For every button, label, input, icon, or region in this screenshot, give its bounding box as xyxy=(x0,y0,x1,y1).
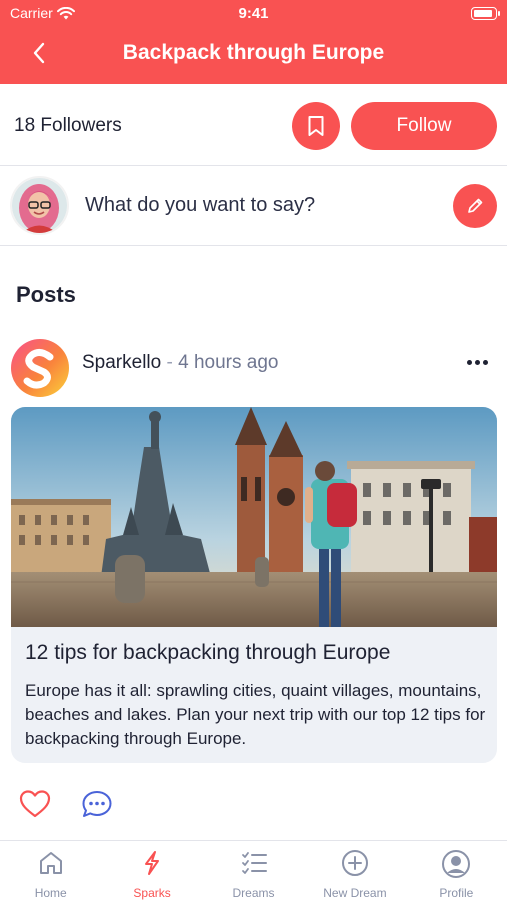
tab-profile-label: Profile xyxy=(439,886,474,900)
tab-new-dream-label: New Dream xyxy=(323,886,387,900)
person-circle-icon xyxy=(442,850,471,878)
post-image xyxy=(11,407,497,627)
plus-circle-icon xyxy=(341,850,368,876)
follow-button[interactable]: Follow xyxy=(351,102,497,150)
page-title: Backpack through Europe xyxy=(122,41,385,64)
comment-icon[interactable] xyxy=(80,788,114,820)
more-icon xyxy=(466,359,472,365)
avatar xyxy=(10,176,69,235)
post-card-title: 12 tips for backpacking through Europe xyxy=(25,641,391,664)
post-separator: - xyxy=(166,352,173,373)
bookmark-icon xyxy=(308,116,324,136)
status-time: 9:41 xyxy=(238,5,269,22)
post-author[interactable]: Sparkello xyxy=(82,352,161,373)
tab-dreams-label: Dreams xyxy=(232,886,275,900)
tab-home[interactable]: Home xyxy=(0,841,101,900)
nav-row: Backpack through Europe xyxy=(0,36,507,70)
compose-prompt[interactable]: What do you want to say? xyxy=(85,194,315,217)
group-follow-row: 18 Followers Follow xyxy=(0,84,507,166)
pencil-icon xyxy=(468,198,483,213)
header-bar: Carrier 9:41 Backpack through Europe xyxy=(0,0,507,84)
post-time: 4 hours ago xyxy=(178,352,279,373)
post-card[interactable]: 12 tips for backpacking through Europe E… xyxy=(11,407,497,763)
tab-profile[interactable]: Profile xyxy=(406,841,507,900)
compose-row[interactable]: What do you want to say? xyxy=(0,166,507,246)
followers-count: 18 Followers xyxy=(14,115,122,136)
post-header: Sparkello - 4 hours ago xyxy=(0,338,507,400)
posts-heading: Posts xyxy=(16,282,76,307)
post-card-description: Europe has it all: sprawling cities, qua… xyxy=(25,681,486,748)
tab-bar: Home Sparks Dreams New Dream Profile xyxy=(0,840,507,900)
checklist-icon xyxy=(241,852,267,874)
lightning-icon xyxy=(145,851,160,875)
post-author-line: Sparkello - 4 hours ago xyxy=(82,352,278,374)
sparkello-logo[interactable] xyxy=(10,338,70,398)
tab-new-dream[interactable]: New Dream xyxy=(304,841,405,900)
compose-button[interactable] xyxy=(453,184,497,228)
tab-home-label: Home xyxy=(34,886,67,900)
tab-dreams[interactable]: Dreams xyxy=(203,841,304,900)
home-icon xyxy=(39,852,62,874)
tab-sparks-label: Sparks xyxy=(133,886,171,900)
post-actions xyxy=(0,782,507,826)
bookmark-button[interactable] xyxy=(292,102,340,150)
heart-icon[interactable] xyxy=(18,788,52,820)
status-bar: Carrier 9:41 xyxy=(0,4,507,24)
tab-sparks[interactable]: Sparks xyxy=(101,841,202,900)
battery-icon xyxy=(471,7,500,20)
battery-level xyxy=(474,10,492,17)
more-options-button[interactable] xyxy=(462,352,492,372)
